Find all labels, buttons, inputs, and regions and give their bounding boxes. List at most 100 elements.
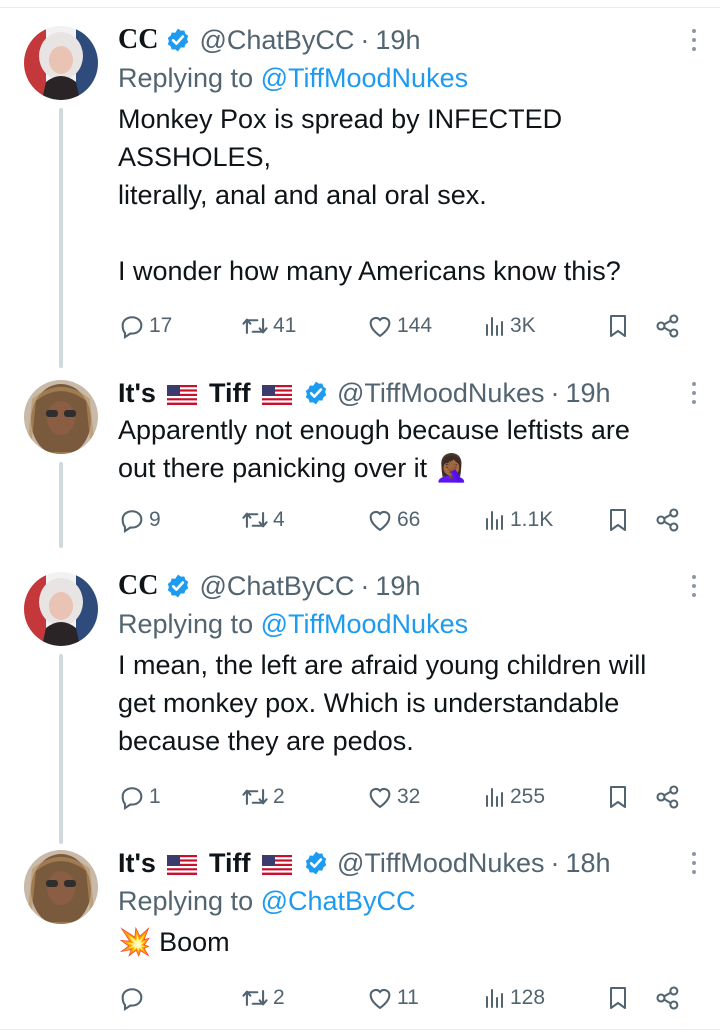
repost-count: 2 bbox=[273, 986, 285, 1009]
tweet-text: Monkey Pox is spread by INFECTED ASSHOLE… bbox=[118, 104, 621, 286]
us-flag-icon bbox=[167, 854, 198, 875]
tweet-header: It's Tiff @TiffMoodNukes · 18h bbox=[118, 845, 676, 881]
reply-icon bbox=[121, 510, 143, 534]
handle[interactable]: @TiffMoodNukes bbox=[337, 845, 544, 881]
view-count: 255 bbox=[510, 785, 546, 808]
reply-button[interactable] bbox=[118, 983, 149, 1013]
like-count: 66 bbox=[397, 508, 421, 531]
replying-to: Replying to @ChatByCC bbox=[118, 883, 676, 919]
mention-link[interactable]: @ChatByCC bbox=[261, 886, 416, 916]
views-button[interactable]: 3K bbox=[483, 311, 536, 341]
display-name-part1: It's bbox=[118, 848, 156, 878]
repost-button[interactable]: 4 bbox=[240, 505, 285, 535]
like-button[interactable]: 32 bbox=[366, 782, 420, 812]
tweet-text: 💥 Boom bbox=[118, 927, 230, 957]
bookmark-button[interactable] bbox=[606, 983, 630, 1013]
bookmark-button[interactable] bbox=[606, 311, 630, 341]
like-count: 32 bbox=[397, 785, 421, 808]
us-flag-icon bbox=[167, 384, 198, 405]
action-bar: 9 4 66 1.1K bbox=[118, 505, 688, 535]
tweet-header: CC @ChatByCC · 19h bbox=[118, 22, 676, 58]
avatar-tiff[interactable] bbox=[24, 380, 98, 454]
view-count: 3K bbox=[510, 314, 536, 337]
like-button[interactable]: 144 bbox=[366, 311, 432, 341]
display-name[interactable]: It's Tiff bbox=[118, 845, 296, 881]
tweet-text: Apparently not enough because leftists a… bbox=[118, 415, 630, 483]
display-name[interactable]: It's Tiff bbox=[118, 375, 296, 411]
handle[interactable]: @ChatByCC bbox=[199, 22, 354, 58]
repost-count: 2 bbox=[273, 785, 285, 808]
share-button[interactable] bbox=[654, 311, 682, 341]
action-bar: 17 41 144 3K bbox=[118, 311, 688, 341]
repost-icon bbox=[242, 990, 268, 1006]
tweet-header: It's Tiff @TiffMoodNukes · 19h bbox=[118, 375, 676, 411]
heart-icon bbox=[369, 787, 391, 809]
reply-button[interactable]: 9 bbox=[118, 505, 161, 535]
handle[interactable]: @TiffMoodNukes bbox=[337, 375, 544, 411]
views-button[interactable]: 1.1K bbox=[483, 505, 553, 535]
views-button[interactable]: 128 bbox=[483, 983, 545, 1013]
reply-count: 9 bbox=[149, 508, 161, 531]
reply-button[interactable]: 1 bbox=[118, 782, 161, 812]
share-button[interactable] bbox=[654, 782, 682, 812]
share-icon bbox=[656, 986, 679, 1010]
timestamp[interactable]: 19h bbox=[565, 375, 610, 411]
separator-dot: · bbox=[550, 378, 560, 408]
share-button[interactable] bbox=[654, 983, 682, 1013]
handle[interactable]: @ChatByCC bbox=[199, 568, 354, 604]
timestamp[interactable]: 19h bbox=[375, 568, 420, 604]
like-button[interactable]: 66 bbox=[366, 505, 420, 535]
share-button[interactable] bbox=[654, 505, 682, 535]
verified-badge-icon bbox=[165, 27, 191, 53]
action-bar: 2 11 128 bbox=[118, 983, 688, 1013]
like-button[interactable]: 11 bbox=[366, 983, 419, 1013]
bookmark-button[interactable] bbox=[606, 505, 630, 535]
bottom-divider bbox=[0, 1029, 720, 1035]
mention-link[interactable]: @TiffMoodNukes bbox=[261, 63, 468, 93]
thread-line bbox=[59, 108, 63, 368]
replying-prefix: Replying to bbox=[118, 886, 254, 916]
repost-button[interactable]: 41 bbox=[240, 311, 296, 341]
top-divider bbox=[0, 0, 720, 8]
repost-button[interactable]: 2 bbox=[240, 782, 285, 812]
bookmark-icon bbox=[610, 315, 626, 337]
views-button[interactable]: 255 bbox=[483, 782, 545, 812]
separator-dot: · bbox=[360, 25, 370, 55]
view-count: 1.1K bbox=[510, 508, 554, 531]
bookmark-icon bbox=[610, 987, 626, 1009]
replying-to: Replying to @TiffMoodNukes bbox=[118, 60, 676, 96]
replying-prefix: Replying to bbox=[118, 63, 254, 93]
repost-count: 41 bbox=[273, 314, 297, 337]
timestamp[interactable]: 18h bbox=[565, 845, 610, 881]
mention-link[interactable]: @TiffMoodNukes bbox=[261, 609, 468, 639]
reply-button[interactable]: 17 bbox=[118, 311, 172, 341]
more-options-icon[interactable] bbox=[684, 849, 704, 877]
bookmark-button[interactable] bbox=[606, 782, 630, 812]
us-flag-icon bbox=[261, 854, 292, 875]
display-name-part1: It's bbox=[118, 378, 156, 408]
us-flag-icon bbox=[261, 384, 292, 405]
avatar-cc[interactable] bbox=[24, 572, 98, 646]
thread-line bbox=[59, 654, 63, 844]
verified-badge-icon bbox=[303, 380, 329, 406]
display-name[interactable]: CC bbox=[118, 22, 158, 58]
reply-count: 17 bbox=[149, 314, 173, 337]
avatar-cc[interactable] bbox=[24, 26, 98, 100]
repost-button[interactable]: 2 bbox=[240, 983, 285, 1013]
avatar-tiff[interactable] bbox=[24, 850, 98, 924]
tweet-header: CC @ChatByCC · 19h bbox=[118, 568, 676, 604]
replying-to: Replying to @TiffMoodNukes bbox=[118, 606, 676, 642]
more-options-icon[interactable] bbox=[684, 26, 704, 54]
reply-icon bbox=[121, 787, 143, 811]
reply-icon bbox=[121, 316, 143, 340]
display-name[interactable]: CC bbox=[118, 568, 158, 604]
more-options-icon[interactable] bbox=[684, 572, 704, 600]
more-options-icon[interactable] bbox=[684, 379, 704, 407]
display-name-part2: Tiff bbox=[208, 378, 251, 408]
analytics-icon bbox=[486, 788, 503, 807]
repost-icon bbox=[242, 512, 268, 528]
heart-icon bbox=[369, 510, 391, 532]
tweet-text: I mean, the left are afraid young childr… bbox=[118, 650, 647, 756]
timestamp[interactable]: 19h bbox=[375, 22, 420, 58]
analytics-icon bbox=[486, 317, 503, 336]
